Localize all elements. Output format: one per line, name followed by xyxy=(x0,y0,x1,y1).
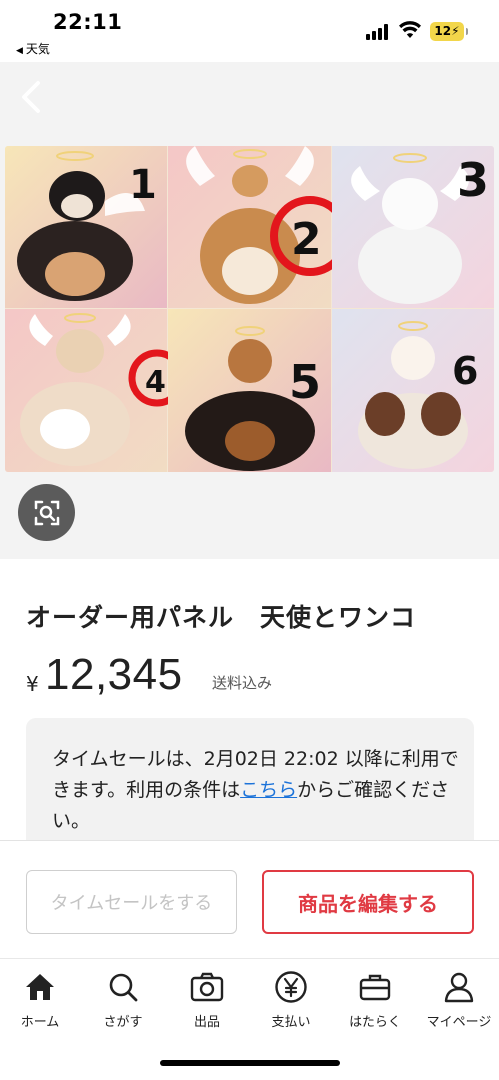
home-icon xyxy=(26,974,54,1000)
status-bar: 22:11 ◀ 天気 12⚡ xyxy=(0,0,499,62)
action-bar: タイムセールをする 商品を編集する xyxy=(0,840,499,958)
tab-work-label: はたらく xyxy=(349,1015,401,1030)
camera-icon xyxy=(190,972,224,1002)
charging-bolt-icon: ⚡ xyxy=(451,24,460,38)
image-label-6: 6 xyxy=(452,349,478,393)
image-viewer: 1 2 3 4 5 6 xyxy=(0,62,499,559)
person-icon xyxy=(444,972,474,1003)
shipping-included-label: 送料込み xyxy=(212,674,273,692)
yen-icon xyxy=(275,971,307,1003)
status-time: 22:11 xyxy=(53,10,123,34)
home-indicator xyxy=(160,1060,340,1066)
scan-search-icon xyxy=(34,500,59,525)
tab-mypage[interactable]: マイページ xyxy=(419,969,499,1030)
image-scan-button[interactable] xyxy=(18,484,75,541)
search-icon xyxy=(109,973,138,1002)
tab-sell-label: 出品 xyxy=(193,1015,220,1030)
product-price: 12,345 xyxy=(45,650,183,699)
tab-home[interactable]: ホーム xyxy=(0,969,80,1030)
battery-indicator: 12⚡ xyxy=(430,22,468,41)
back-arrow-icon[interactable] xyxy=(16,80,46,114)
image-label-3: 3 xyxy=(457,153,489,207)
tab-search-label: さがす xyxy=(103,1015,143,1030)
product-image[interactable]: 1 2 3 4 5 6 xyxy=(5,146,494,472)
conditions-link[interactable]: こちら xyxy=(240,779,297,801)
tab-payment[interactable]: 支払い xyxy=(251,969,331,1030)
briefcase-icon xyxy=(359,974,391,1001)
battery-level: 12 xyxy=(434,24,452,38)
tab-sell[interactable]: 出品 xyxy=(167,969,247,1030)
back-app-label: 天気 xyxy=(25,42,50,56)
tab-payment-label: 支払い xyxy=(271,1015,311,1030)
image-label-1: 1 xyxy=(129,162,157,208)
edit-item-button[interactable]: 商品を編集する xyxy=(262,870,474,934)
timesale-notice: タイムセールは、2月02日 22:02 以降に利用できます。利用の条件はこちらか… xyxy=(26,718,474,858)
tab-home-label: ホーム xyxy=(20,1015,60,1030)
cellular-signal-icon xyxy=(366,24,392,40)
tab-mypage-label: マイページ xyxy=(426,1015,492,1030)
back-to-app[interactable]: ◀ 天気 xyxy=(16,40,50,57)
tab-search[interactable]: さがす xyxy=(83,969,163,1030)
timesale-notice-text: タイムセールは、2月02日 22:02 以降に利用できます。利用の条件はこちらか… xyxy=(52,744,462,837)
currency-symbol: ¥ xyxy=(26,672,39,696)
image-label-2: 2 xyxy=(291,214,322,265)
back-triangle-icon: ◀ xyxy=(16,46,23,56)
tab-work[interactable]: はたらく xyxy=(335,969,415,1030)
product-title: オーダー用パネル 天使とワンコ xyxy=(26,603,417,632)
wifi-icon xyxy=(399,21,421,38)
image-label-5: 5 xyxy=(289,355,321,409)
timesale-button[interactable]: タイムセールをする xyxy=(26,870,237,934)
image-label-4: 4 xyxy=(145,365,166,400)
